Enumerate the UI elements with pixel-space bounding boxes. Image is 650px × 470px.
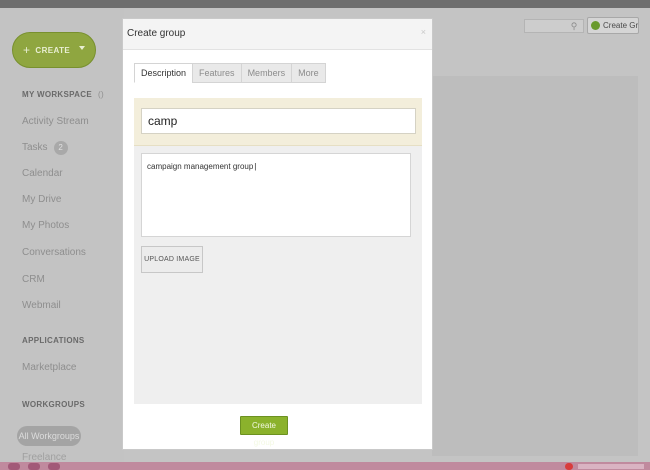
description-text: campaign management group bbox=[147, 162, 256, 171]
dialog-tabs: Description Features Members More bbox=[134, 63, 326, 83]
section-workgroups: WORKGROUPS bbox=[22, 400, 85, 409]
main-content-panel bbox=[432, 76, 638, 456]
sidebar-item-webmail[interactable]: Webmail bbox=[22, 300, 61, 311]
taskbar-app-icon[interactable] bbox=[48, 463, 60, 470]
create-button[interactable]: + CREATE bbox=[12, 32, 96, 68]
section-my-workspace: MY WORKSPACE () bbox=[22, 90, 104, 99]
sidebar-item-my-photos[interactable]: My Photos bbox=[22, 220, 69, 231]
taskbar-tray bbox=[578, 464, 644, 469]
upload-image-button[interactable]: UPLOAD IMAGE bbox=[141, 246, 203, 273]
plus-icon: + bbox=[23, 43, 31, 57]
window-top-strip bbox=[0, 0, 650, 8]
sidebar-item-label: Tasks bbox=[22, 142, 48, 153]
section-label: MY WORKSPACE bbox=[22, 90, 92, 99]
sidebar-item-activity-stream[interactable]: Activity Stream bbox=[22, 116, 89, 127]
all-workgroups-button[interactable]: All Workgroups bbox=[17, 426, 81, 446]
sidebar: + CREATE MY WORKSPACE() Activity Stream … bbox=[0, 8, 124, 463]
close-icon[interactable]: × bbox=[421, 27, 426, 37]
tab-features[interactable]: Features bbox=[192, 63, 242, 83]
section-suffix: () bbox=[97, 90, 104, 99]
create-group-top-button[interactable]: Create Group bbox=[587, 17, 639, 34]
chevron-down-icon bbox=[79, 46, 85, 50]
tab-description[interactable]: Description bbox=[134, 63, 194, 83]
taskbar-start-icon[interactable] bbox=[8, 463, 20, 470]
tasks-count-badge: 2 bbox=[53, 141, 68, 155]
sidebar-item-my-drive[interactable]: My Drive bbox=[22, 194, 61, 205]
tab-more[interactable]: More bbox=[291, 63, 326, 83]
dialog-header: Create group × bbox=[123, 19, 432, 50]
sidebar-item-marketplace[interactable]: Marketplace bbox=[22, 362, 76, 373]
sidebar-item-calendar[interactable]: Calendar bbox=[22, 168, 63, 179]
group-description-input[interactable]: campaign management group bbox=[141, 153, 411, 237]
group-name-area bbox=[134, 98, 422, 146]
taskbar-app-icon[interactable] bbox=[28, 463, 40, 470]
group-name-input[interactable] bbox=[141, 108, 416, 134]
section-applications: APPLICATIONS bbox=[22, 336, 85, 345]
taskbar bbox=[0, 462, 650, 470]
dialog-body: campaign management group UPLOAD IMAGE bbox=[134, 98, 422, 404]
create-group-top-label: Create Group bbox=[603, 21, 639, 30]
check-circle-icon bbox=[591, 21, 600, 30]
dialog-title: Create group bbox=[127, 28, 186, 39]
taskbar-notification-icon[interactable] bbox=[565, 463, 573, 470]
create-button-label: CREATE bbox=[35, 45, 71, 55]
tab-members[interactable]: Members bbox=[240, 63, 293, 83]
search-icon[interactable]: ⚲ bbox=[568, 20, 580, 32]
sidebar-item-conversations[interactable]: Conversations bbox=[22, 247, 86, 258]
create-group-dialog: Create group × Description Features Memb… bbox=[122, 18, 433, 450]
create-group-submit-button[interactable]: Create group bbox=[240, 416, 288, 447]
sidebar-item-crm[interactable]: CRM bbox=[22, 274, 45, 285]
sidebar-item-tasks[interactable]: Tasks 2 bbox=[22, 141, 68, 155]
